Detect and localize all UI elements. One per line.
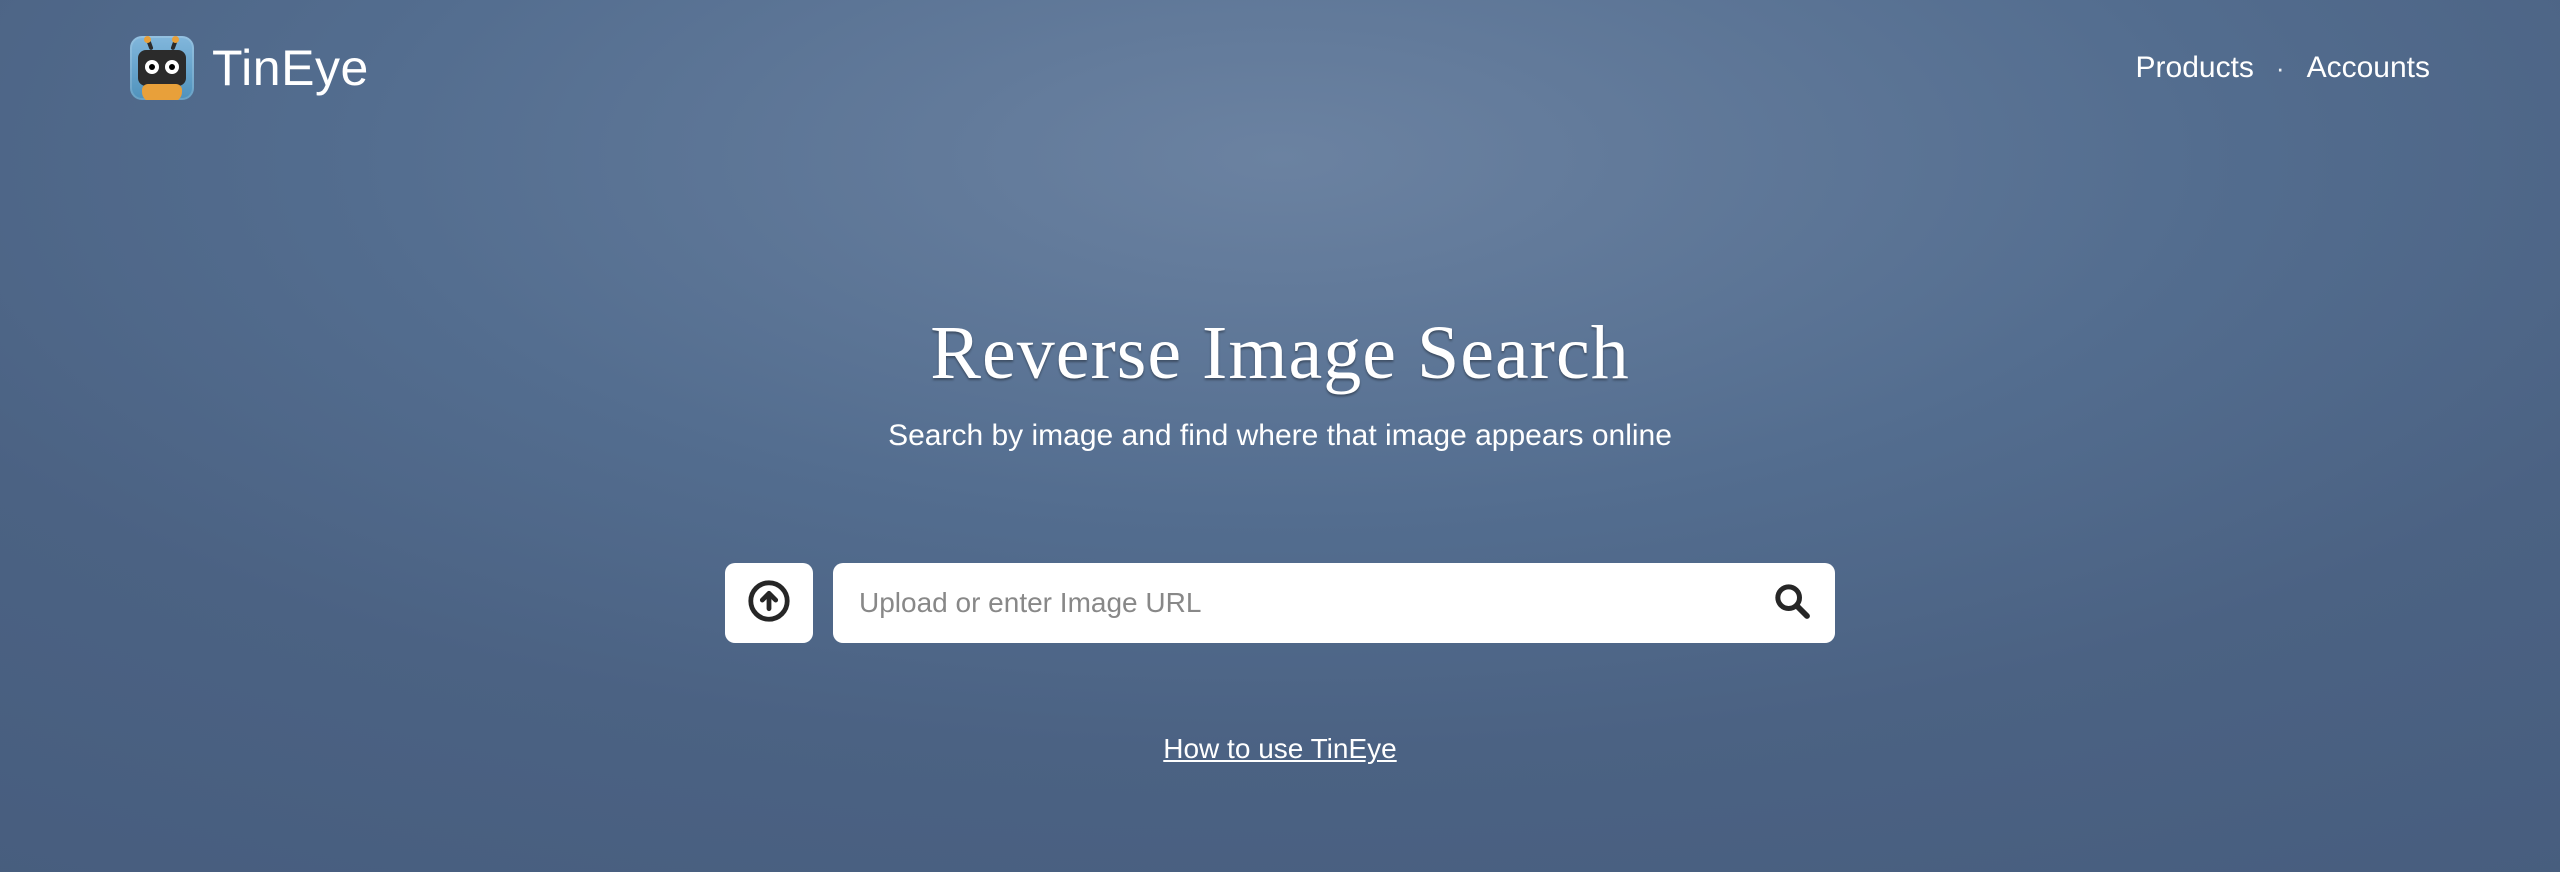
- page-title: Reverse Image Search: [0, 310, 2560, 397]
- brand[interactable]: TinEye: [130, 36, 369, 100]
- search-button[interactable]: [1767, 578, 1817, 628]
- nav-products-link[interactable]: Products: [2136, 51, 2254, 85]
- upload-arrow-circle-icon: [746, 578, 792, 629]
- search-row: [725, 563, 1835, 643]
- magnifier-icon: [1772, 581, 1812, 626]
- search-box: [833, 563, 1835, 643]
- nav-separator: ·: [2276, 55, 2285, 81]
- tineye-logo-icon: [130, 36, 194, 100]
- header: TinEye Products · Accounts: [0, 0, 2560, 100]
- image-url-input[interactable]: [859, 563, 1767, 643]
- hero: Reverse Image Search Search by image and…: [0, 310, 2560, 453]
- how-to-use-link[interactable]: How to use TinEye: [1163, 733, 1396, 764]
- help-link-row: How to use TinEye: [0, 733, 2560, 765]
- nav-accounts-link[interactable]: Accounts: [2307, 51, 2430, 85]
- top-nav: Products · Accounts: [2136, 51, 2430, 85]
- brand-name: TinEye: [212, 39, 369, 97]
- page-subtitle: Search by image and find where that imag…: [0, 419, 2560, 453]
- upload-button[interactable]: [725, 563, 813, 643]
